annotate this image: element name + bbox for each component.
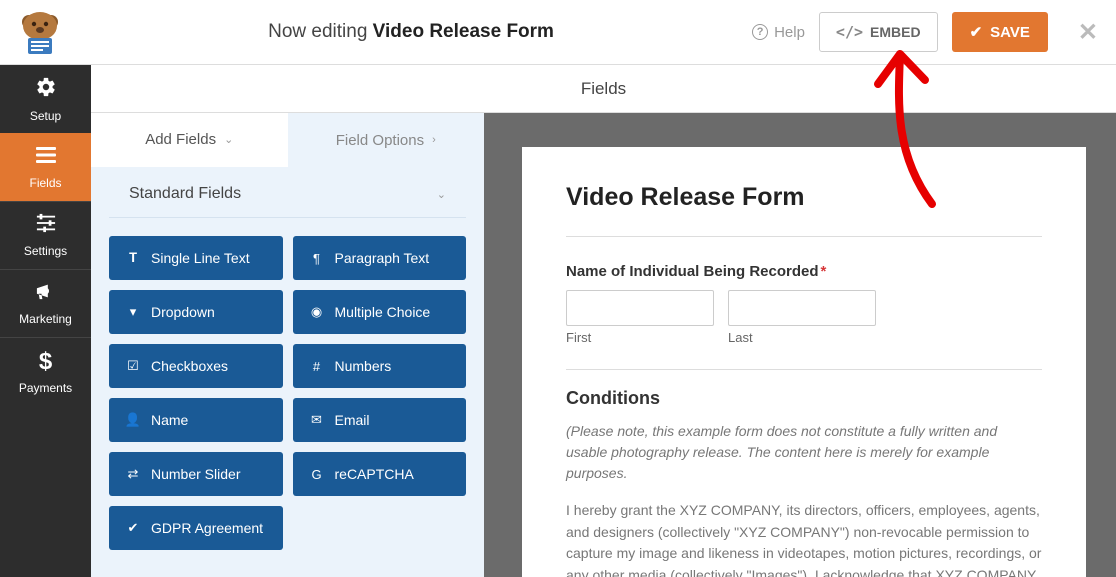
chevron-down-icon: ⌄ — [437, 188, 446, 201]
field-label: reCAPTCHA — [335, 466, 414, 482]
google-icon: G — [309, 467, 325, 482]
checkbox-icon: ☑ — [125, 358, 141, 374]
field-name[interactable]: 👤 Name — [109, 398, 283, 442]
field-email[interactable]: ✉ Email — [293, 398, 467, 442]
wpforms-logo — [10, 7, 70, 57]
conditions-heading: Conditions — [566, 388, 1042, 409]
panel-header: Fields — [91, 65, 1116, 113]
tab-add-fields[interactable]: Add Fields ⌄ — [91, 113, 288, 167]
help-label: Help — [774, 24, 805, 41]
help-icon: ? — [752, 24, 768, 40]
radio-icon: ◉ — [309, 304, 325, 320]
save-button[interactable]: ✔ SAVE — [952, 12, 1048, 52]
field-label: Multiple Choice — [335, 304, 431, 320]
panel-tabs: Add Fields ⌄ Field Options › — [91, 113, 484, 167]
sidebar-label: Marketing — [19, 312, 72, 326]
sidebar: Setup Fields Settings Marketing $ Paymen… — [0, 65, 91, 577]
panel-header-label: Fields — [581, 79, 626, 99]
field-gdpr-agreement[interactable]: ✔ GDPR Agreement — [109, 506, 283, 550]
conditions-body: I hereby grant the XYZ COMPANY, its dire… — [566, 500, 1042, 577]
form-title: Video Release Form — [566, 183, 1042, 237]
sidebar-item-payments[interactable]: $ Payments — [0, 337, 91, 405]
gear-icon — [35, 76, 57, 104]
sidebar-label: Payments — [19, 381, 72, 395]
text-icon: 𝐓 — [125, 250, 141, 266]
dollar-icon: $ — [39, 348, 52, 376]
slider-icon: ⇄ — [125, 466, 141, 482]
save-label: SAVE — [990, 24, 1030, 41]
sidebar-label: Setup — [30, 109, 61, 123]
field-multiple-choice[interactable]: ◉ Multiple Choice — [293, 290, 467, 334]
field-grid: 𝐓 Single Line Text ¶ Paragraph Text ▾ Dropd… — [91, 218, 484, 550]
last-sublabel: Last — [728, 330, 876, 345]
editing-prefix: Now editing — [268, 21, 373, 42]
required-mark: * — [821, 263, 827, 280]
field-recaptcha[interactable]: GreCAPTCHA — [293, 452, 467, 496]
section-divider — [566, 369, 1042, 370]
tab-label: Add Fields — [145, 131, 216, 148]
field-label: Dropdown — [151, 304, 215, 320]
first-name-input[interactable] — [566, 290, 714, 326]
conditions-note: (Please note, this example form does not… — [566, 421, 1042, 484]
envelope-icon: ✉ — [309, 412, 325, 428]
main-area: Setup Fields Settings Marketing $ Paymen… — [0, 65, 1116, 577]
bullhorn-icon — [35, 281, 57, 307]
field-label: Single Line Text — [151, 250, 250, 266]
embed-icon: </> — [836, 23, 863, 41]
list-icon — [34, 145, 58, 171]
field-numbers[interactable]: # Numbers — [293, 344, 467, 388]
sidebar-label: Settings — [24, 244, 67, 258]
dropdown-icon: ▾ — [125, 304, 141, 320]
embed-label: EMBED — [870, 24, 921, 40]
name-sublabels: First Last — [566, 330, 1042, 345]
preview-canvas: Video Release Form Name of Individual Be… — [484, 113, 1116, 577]
hash-icon: # — [309, 359, 325, 374]
field-label: Paragraph Text — [335, 250, 430, 266]
sidebar-item-setup[interactable]: Setup — [0, 65, 91, 133]
field-checkboxes[interactable]: ☑ Checkboxes — [109, 344, 283, 388]
top-header: Now editing Video Release Form ? Help </… — [0, 0, 1116, 65]
field-single-line-text[interactable]: 𝐓 Single Line Text — [109, 236, 283, 280]
field-label: Numbers — [335, 358, 392, 374]
section-label: Standard Fields — [129, 185, 241, 203]
sliders-icon — [35, 213, 57, 239]
checkmark-icon: ✔ — [970, 23, 983, 41]
field-label: Checkboxes — [151, 358, 228, 374]
last-name-input[interactable] — [728, 290, 876, 326]
close-button[interactable]: ✕ — [1078, 18, 1098, 47]
field-label: Number Slider — [151, 466, 240, 482]
fields-panel: Add Fields ⌄ Field Options › Standard Fi… — [91, 65, 484, 577]
header-actions: ? Help </> EMBED ✔ SAVE ✕ — [752, 12, 1098, 52]
help-link[interactable]: ? Help — [752, 24, 805, 41]
field-label: GDPR Agreement — [151, 520, 263, 536]
embed-button[interactable]: </> EMBED — [819, 12, 938, 52]
chevron-down-icon: ⌄ — [224, 133, 233, 146]
paragraph-icon: ¶ — [309, 251, 325, 266]
label-text: Name of Individual Being Recorded — [566, 263, 819, 280]
check-icon: ✔ — [125, 520, 141, 536]
field-paragraph-text[interactable]: ¶ Paragraph Text — [293, 236, 467, 280]
section-standard-fields[interactable]: Standard Fields ⌄ — [109, 167, 466, 218]
field-label: Email — [335, 412, 370, 428]
sidebar-item-settings[interactable]: Settings — [0, 201, 91, 269]
field-dropdown[interactable]: ▾ Dropdown — [109, 290, 283, 334]
sidebar-label: Fields — [29, 176, 61, 190]
form-card: Video Release Form Name of Individual Be… — [522, 147, 1086, 577]
first-sublabel: First — [566, 330, 714, 345]
tab-field-options[interactable]: Field Options › — [288, 113, 485, 167]
person-icon: 👤 — [125, 412, 141, 428]
field-label: Name — [151, 412, 188, 428]
tab-label: Field Options — [336, 132, 424, 149]
field-number-slider[interactable]: ⇄ Number Slider — [109, 452, 283, 496]
chevron-right-icon: › — [432, 134, 436, 146]
form-name: Video Release Form — [373, 21, 554, 42]
name-field-label: Name of Individual Being Recorded* — [566, 263, 1042, 280]
sidebar-item-fields[interactable]: Fields — [0, 133, 91, 201]
name-input-row — [566, 290, 1042, 326]
preview-area: Video Release Form Name of Individual Be… — [484, 65, 1116, 577]
sidebar-item-marketing[interactable]: Marketing — [0, 269, 91, 337]
editing-title: Now editing Video Release Form — [70, 21, 752, 43]
